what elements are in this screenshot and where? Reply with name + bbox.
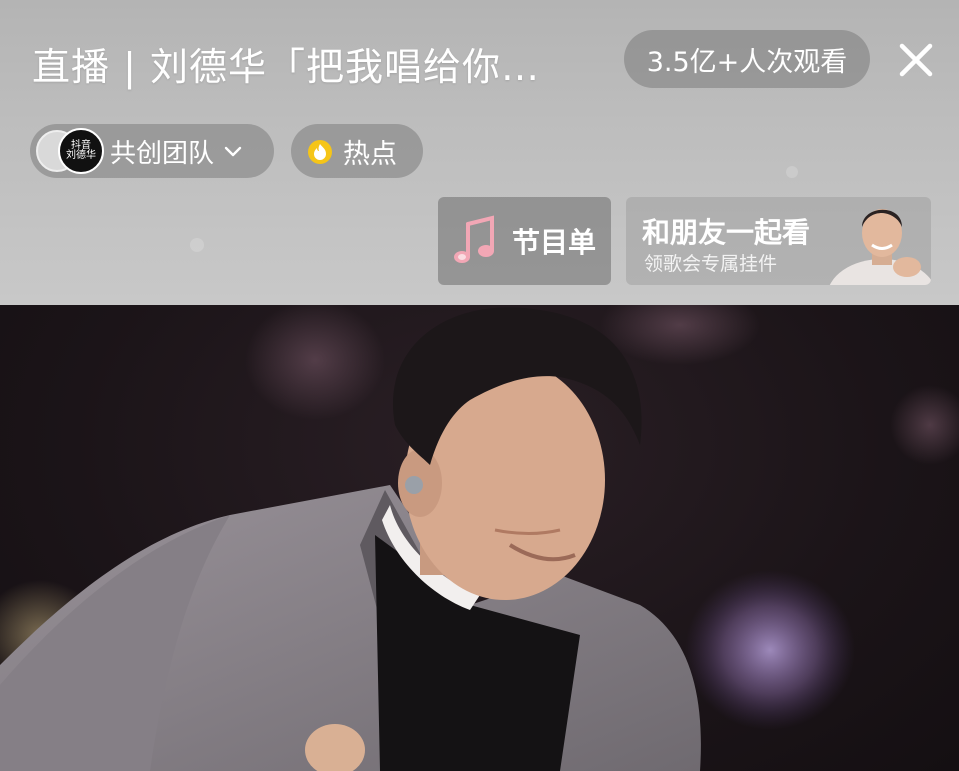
bokeh-dot [786,166,798,178]
performer-video-image [0,305,959,771]
bokeh-dot [190,238,204,252]
hot-topics-button[interactable]: 热点 [291,124,423,178]
team-avatars: 抖音 刘德华 [36,128,104,174]
watch-together-subtitle: 领歌会专属挂件 [644,253,778,275]
chevron-down-icon [224,146,242,157]
view-count-text: 3.5亿+人次观看 [646,46,848,78]
view-count-badge[interactable]: 3.5亿+人次观看 [624,30,870,88]
watch-together-title: 和朋友一起看 [642,216,811,249]
co-creation-team-button[interactable]: 抖音 刘德华 共创团队 [30,124,274,178]
watch-together-button[interactable]: 和朋友一起看 领歌会专属挂件 [626,197,931,285]
live-title[interactable]: 直播 | 刘德华「把我唱给你… [32,36,540,91]
program-label: 节目单 [512,226,597,259]
close-icon [899,43,933,77]
team-label: 共创团队 [110,138,215,169]
douyin-logo-avatar: 抖音 刘德华 [58,128,104,174]
music-note-icon [454,215,494,263]
live-header-panel: 直播 | 刘德华「把我唱给你… 3.5亿+人次观看 抖音 刘德华 共创团队 热点 [0,0,959,305]
avatar-text-bottom: 刘德华 [66,150,96,161]
close-button[interactable] [894,38,938,82]
flame-icon [308,140,332,164]
live-video-frame[interactable] [0,305,959,771]
singer-portrait-image [829,209,931,285]
program-list-button[interactable]: 节目单 [438,197,611,285]
hot-label: 热点 [343,138,397,170]
